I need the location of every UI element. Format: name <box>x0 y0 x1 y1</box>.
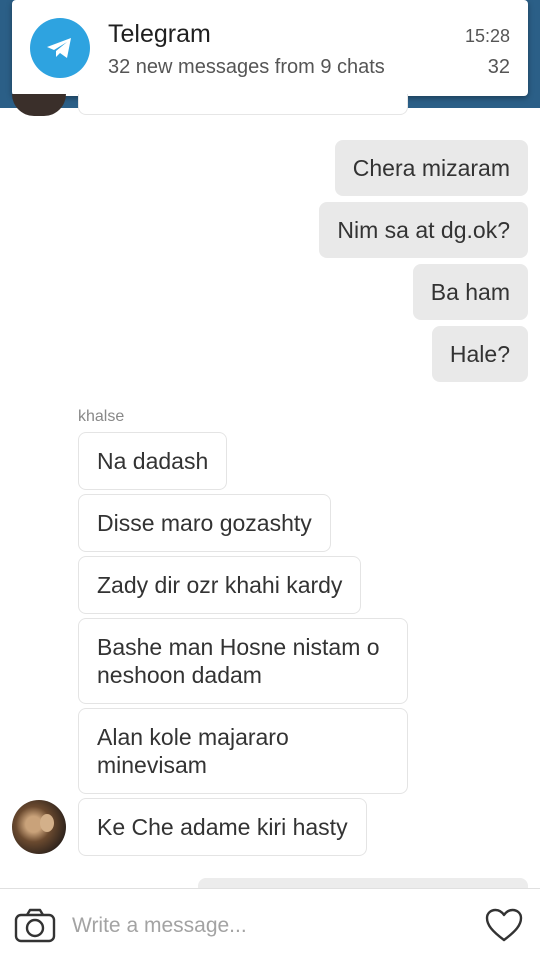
outgoing-message[interactable]: Ba ham <box>412 264 528 320</box>
notification-time: 15:28 <box>464 26 510 46</box>
incoming-message[interactable]: Alan kole majararo minevisam <box>78 708 408 794</box>
message-bubble-partial <box>78 94 408 115</box>
notification-title: Telegram <box>108 20 211 48</box>
sender-name[interactable]: khalse <box>78 408 124 426</box>
avatar[interactable] <box>12 800 66 854</box>
incoming-message[interactable]: Na dadash <box>78 432 228 490</box>
outgoing-message[interactable]: Nim sa at dg.ok? <box>319 202 528 258</box>
telegram-icon <box>30 18 90 78</box>
notification-count: 32 <box>487 56 510 78</box>
avatar-photo-detail <box>40 814 54 832</box>
incoming-message[interactable]: Bashe man Hosne nistam o neshoon dadam <box>78 618 408 704</box>
telegram-notification[interactable]: Telegram 32 new messages from 9 chats 15… <box>12 0 528 96</box>
incoming-message[interactable]: Zady dir ozr khahi kardy <box>78 556 362 614</box>
notification-summary: 32 new messages from 9 chats <box>108 56 385 78</box>
heart-icon[interactable] <box>484 907 524 948</box>
outgoing-message[interactable]: Chera mizaram <box>334 140 528 196</box>
avatar[interactable] <box>12 94 66 116</box>
message-composer <box>0 888 540 961</box>
incoming-message[interactable]: Ke Che adame kiri hasty <box>78 798 367 856</box>
outgoing-message[interactable]: Hale? <box>431 326 528 382</box>
message-input[interactable] <box>72 911 452 941</box>
incoming-message[interactable]: Disse maro gozashty <box>78 494 331 552</box>
camera-icon[interactable] <box>14 907 56 948</box>
